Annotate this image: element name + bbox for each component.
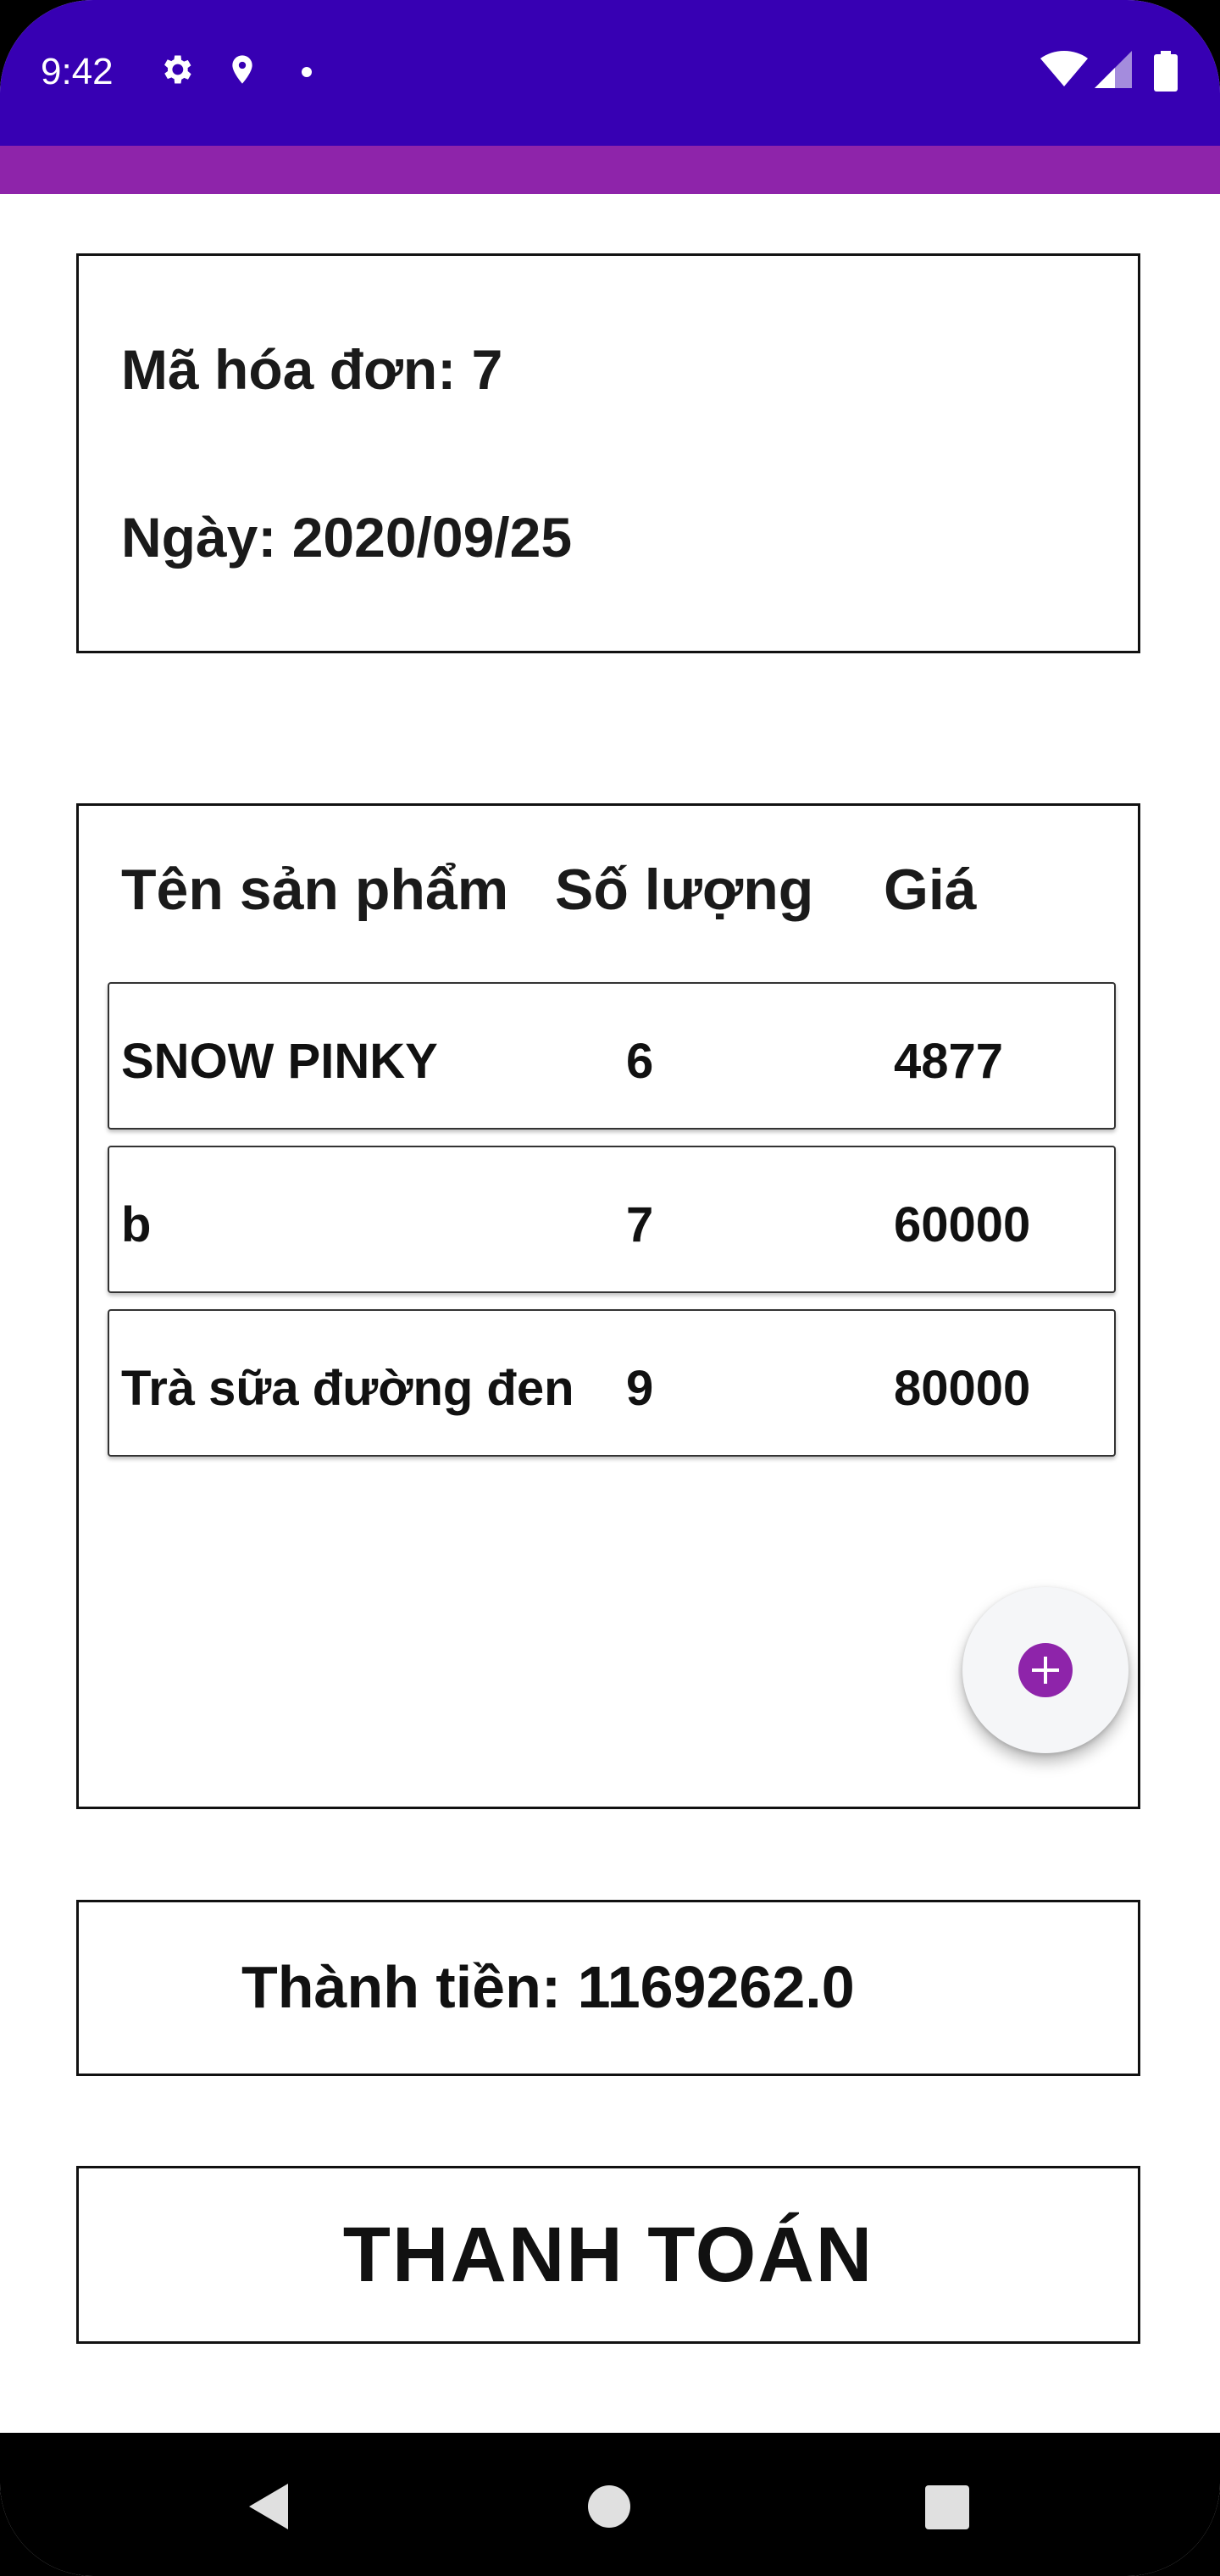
item-price: 60000 [894,1197,1031,1252]
pay-button[interactable]: THANH TOÁN [76,2166,1140,2344]
status-time: 9:42 [41,51,114,92]
total-amount: Thành tiền: 1169262.0 [241,1954,855,2020]
signal-icon [1095,51,1132,92]
pay-button-label: THANH TOÁN [342,2212,874,2298]
item-name: Trà sữa đường đen [121,1361,574,1416]
list-item[interactable]: Trà sữa đường đen 9 80000 [108,1309,1116,1457]
item-price: 4877 [894,1034,1004,1089]
item-price: 80000 [894,1361,1031,1416]
app-bar [0,146,1220,194]
location-icon [225,51,259,92]
status-bar: 9:42 [0,0,1220,146]
list-item[interactable]: SNOW PINKY 6 4877 [108,982,1116,1130]
recents-icon[interactable] [925,2485,969,2534]
item-quantity: 9 [626,1361,654,1416]
invoice-id: Mã hóa đơn: 7 [121,338,503,401]
dot-icon [302,66,312,81]
screen: 9:42 Mã hóa đơn: 7 Ngày: 2020/09/25 Tên … [0,0,1220,2576]
list-item[interactable]: b 7 60000 [108,1146,1116,1293]
add-product-button[interactable] [962,1587,1128,1753]
plus-icon [1018,1643,1073,1697]
invoice-info-card: Mã hóa đơn: 7 Ngày: 2020/09/25 [76,253,1140,653]
invoice-date: Ngày: 2020/09/25 [121,506,573,569]
header-price: Giá [884,858,977,922]
item-name: SNOW PINKY [121,1034,438,1089]
header-product-name: Tên sản phẩm [121,858,509,922]
back-icon[interactable] [246,2482,291,2535]
gear-icon [158,51,195,92]
wifi-icon [1040,51,1088,92]
item-quantity: 7 [626,1197,654,1252]
header-quantity: Số lượng [555,858,814,922]
battery-icon [1154,51,1178,96]
item-quantity: 6 [626,1034,654,1089]
home-icon[interactable] [588,2485,630,2532]
total-card: Thành tiền: 1169262.0 [76,1900,1140,2076]
navigation-bar [0,2433,1220,2576]
item-name: b [121,1197,152,1252]
